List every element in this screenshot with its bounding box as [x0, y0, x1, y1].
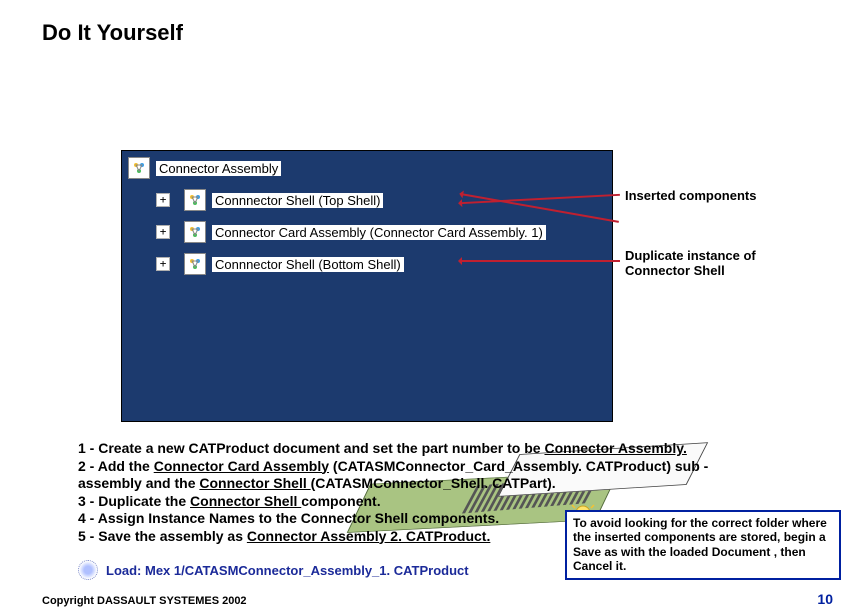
tip-callout: To avoid looking for the correct folder …: [565, 510, 841, 580]
product-icon: [184, 221, 206, 243]
product-icon: [184, 189, 206, 211]
assembly-tree-panel: Connector Assembly + Connnector Shell (T…: [121, 150, 613, 422]
load-row: Load: Mex 1/CATASMConnector_Assembly_1. …: [78, 560, 469, 580]
tree-root-label: Connector Assembly: [156, 161, 281, 176]
tree-child-3-row: + Connnector Shell (Bottom Shell): [156, 253, 612, 275]
product-icon: [184, 253, 206, 275]
expand-icon[interactable]: +: [156, 257, 170, 271]
arrow-line: [460, 260, 620, 262]
tree-child-2-row: + Connector Card Assembly (Connector Car…: [156, 221, 612, 243]
tree-root-row: Connector Assembly: [128, 157, 612, 179]
annotation-duplicate: Duplicate instance of Connector Shell: [625, 248, 805, 278]
instruction-3: 3 - Duplicate the Connector Shell compon…: [78, 493, 718, 511]
instruction-2: 2 - Add the Connector Card Assembly (CAT…: [78, 458, 718, 493]
load-icon: [78, 560, 98, 580]
expand-icon[interactable]: +: [156, 193, 170, 207]
annotation-inserted: Inserted components: [625, 188, 756, 203]
tree-child-2-label: Connector Card Assembly (Connector Card …: [212, 225, 546, 240]
load-text: Load: Mex 1/CATASMConnector_Assembly_1. …: [106, 563, 469, 578]
tree-child-3-label: Connnector Shell (Bottom Shell): [212, 257, 404, 272]
footer-page-number: 10: [817, 591, 833, 607]
instruction-1: 1 - Create a new CATProduct document and…: [78, 440, 718, 458]
tree-child-1-label: Connnector Shell (Top Shell): [212, 193, 383, 208]
product-icon: [128, 157, 150, 179]
page-title: Do It Yourself: [42, 20, 183, 46]
expand-icon[interactable]: +: [156, 225, 170, 239]
footer-copyright: Copyright DASSAULT SYSTEMES 2002: [42, 595, 247, 607]
